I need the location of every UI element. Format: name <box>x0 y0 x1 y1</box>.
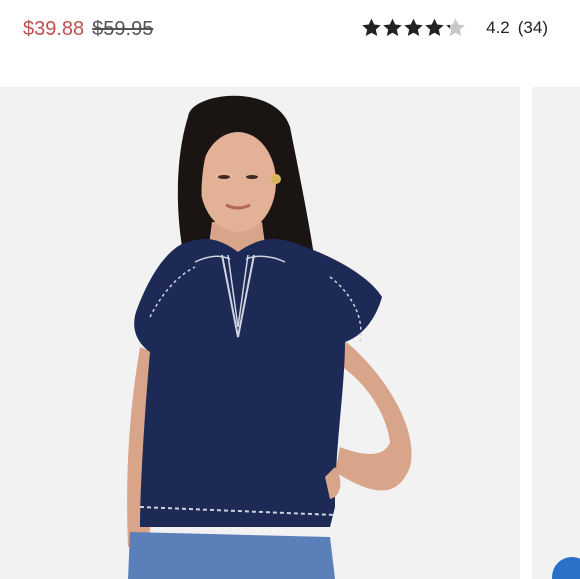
product-image[interactable] <box>0 87 520 579</box>
product-photo <box>0 87 520 579</box>
original-price: $59.95 <box>92 18 154 40</box>
star-icon <box>403 17 424 38</box>
product-listing: $39.88 $59.95 4.2 (34) <box>0 0 580 579</box>
price-row: $39.88 $59.95 <box>23 18 153 41</box>
star-icon <box>424 17 445 38</box>
star-icon <box>445 17 466 38</box>
star-icon <box>361 17 382 38</box>
next-product-image[interactable] <box>532 87 580 579</box>
review-count[interactable]: (34) <box>518 18 548 38</box>
star-rating <box>361 17 466 38</box>
star-icon <box>382 17 403 38</box>
sale-price: $39.88 <box>23 18 85 40</box>
carousel-indicator[interactable] <box>552 557 580 579</box>
rating-value: 4.2 <box>486 17 510 37</box>
rating-summary[interactable]: 4.2 (34) <box>361 17 548 38</box>
rating-text: 4.2 (34) <box>486 18 548 38</box>
